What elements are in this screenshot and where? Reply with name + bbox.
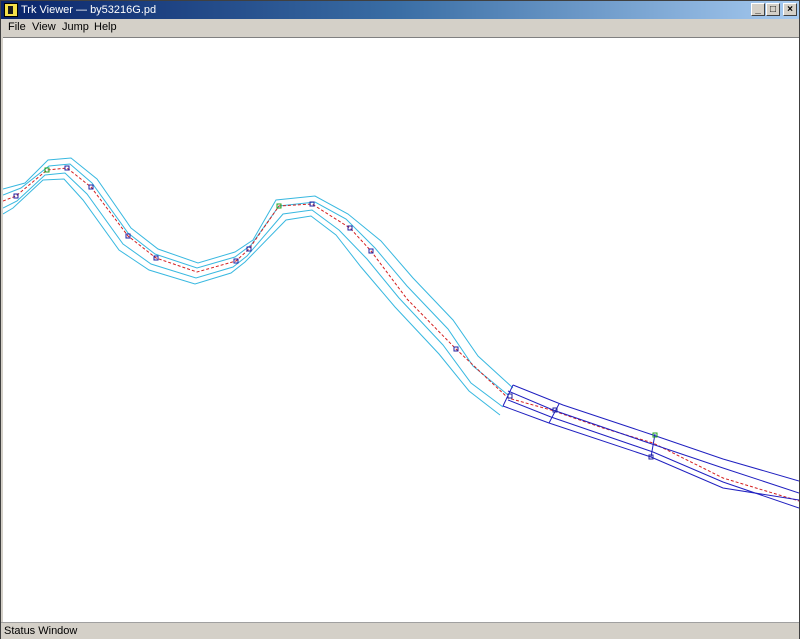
menu-jump[interactable]: Jump (60, 19, 91, 36)
maximize-button[interactable]: □ (766, 3, 780, 16)
menu-file[interactable]: File (6, 19, 28, 36)
title-bar[interactable]: Trk Viewer — by53216G.pd _ □ × (1, 1, 799, 19)
road-edge-inner-upper (3, 163, 509, 396)
track-canvas[interactable] (3, 37, 799, 622)
ramp-edge-lower (502, 405, 799, 501)
track-centerline (3, 167, 799, 502)
app-icon[interactable] (4, 3, 18, 17)
track-markers (13, 165, 658, 460)
road-edge-inner-lower (3, 172, 504, 408)
status-bar: Status Window (1, 622, 799, 639)
application-window: Trk Viewer — by53216G.pd _ □ × File View… (0, 0, 800, 639)
menu-help[interactable]: Help (92, 19, 119, 36)
menu-bar: File View Jump Help (1, 19, 799, 36)
track-drawing[interactable] (3, 38, 799, 622)
road-edge-outer-upper (3, 157, 514, 389)
ramp-edge-lower-inner (507, 399, 799, 509)
close-button[interactable]: × (783, 3, 797, 16)
window-title: Trk Viewer — by53216G.pd (21, 4, 157, 16)
minimize-button[interactable]: _ (751, 3, 765, 16)
menu-view[interactable]: View (30, 19, 58, 36)
status-text: Status Window (4, 625, 78, 637)
road-edge-outer-lower (3, 178, 501, 416)
ramp-cross-1 (548, 403, 560, 424)
